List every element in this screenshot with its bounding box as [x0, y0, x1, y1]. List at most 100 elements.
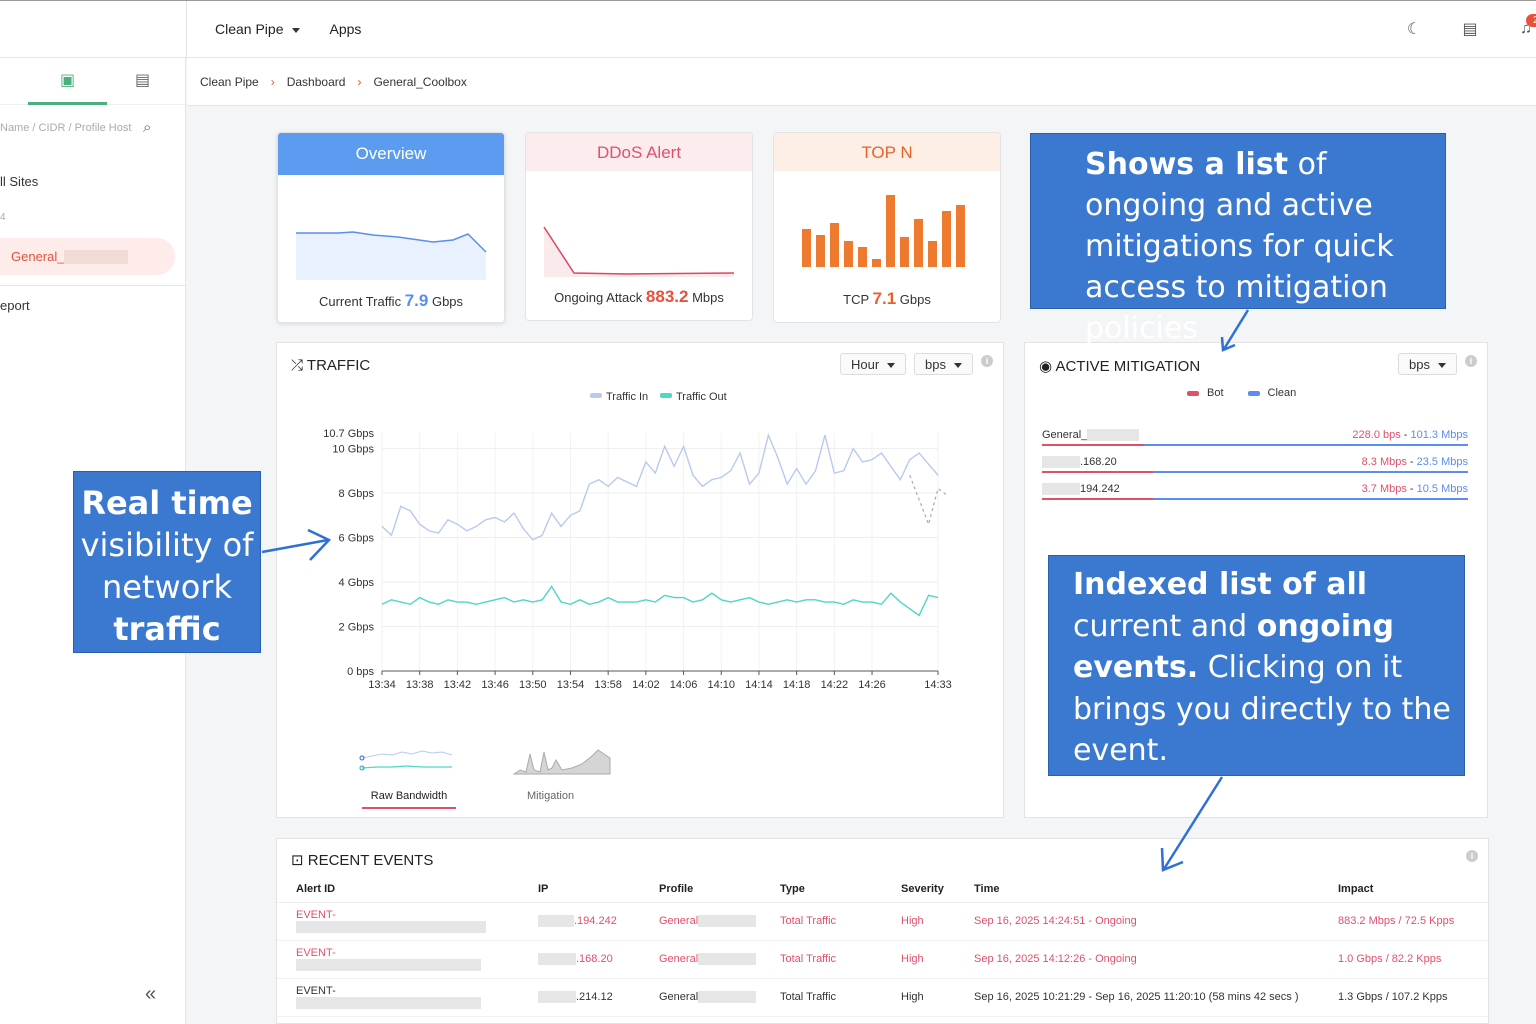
cell-type: Total Traffic [761, 940, 882, 979]
redacted-mask [1042, 483, 1080, 496]
top-bar: Clean Pipe Apps ☾ ▤ ♫ 2 [0, 0, 1536, 59]
site-search-input[interactable]: Name / CIDR / Profile Host [0, 122, 131, 134]
redacted-mask [64, 250, 128, 264]
event-profile: General [659, 914, 699, 927]
cell-severity: High [882, 978, 955, 1017]
topn-card-title: TOP N [774, 133, 1000, 171]
traffic-chart: 0 bps 2 Gbps 4 Gbps 6 Gbps 8 Gbps 10 Gbps 10.7… [323, 391, 952, 691]
cell-impact: 1.0 Gbps / 82.2 Kpps [1319, 940, 1488, 979]
cell-profile: General [640, 940, 761, 979]
range-dropdown[interactable]: Hour [840, 353, 907, 375]
x-tick-label: 14:02 [632, 679, 660, 691]
redacted-mask [296, 997, 481, 1010]
moon-icon[interactable]: ☾ [1404, 19, 1424, 39]
x-tick-label: 14:22 [821, 679, 849, 691]
chevron-down-icon [887, 363, 896, 369]
series-traffic-in [381, 433, 939, 541]
event-severity: High [901, 953, 924, 965]
shield-icon: ◉ [1039, 358, 1053, 375]
sidebar-item-general[interactable]: General_ [0, 238, 175, 275]
mitigation-row-name: General_ [1042, 429, 1088, 441]
mitigation-row-name: .168.20 [1080, 456, 1117, 468]
table-header-row: Alert ID IP Profile Type Severity Time I… [277, 876, 1488, 903]
ddos-label: Ongoing Attack [554, 290, 643, 305]
cell-ip: .168.20 [519, 940, 640, 979]
x-tick-label: 13:46 [481, 679, 509, 691]
info-icon[interactable]: i [981, 355, 993, 367]
nav-clean-pipe[interactable]: Clean Pipe [215, 21, 300, 37]
dashboard-tab-icon[interactable]: ▣ [28, 58, 107, 105]
table-row[interactable]: EVENT- .168.20 General Total Traffic High Sep… [277, 940, 1488, 979]
x-tick-label: 13:50 [519, 679, 547, 691]
overview-card-title: Overview [278, 133, 504, 175]
collapse-sidebar-icon[interactable]: « [145, 983, 156, 1006]
unit-value: bps [925, 357, 946, 372]
col-time[interactable]: Time [955, 876, 1319, 903]
chevron-down-icon [953, 363, 962, 369]
mitigation-clean-value: 101.3 Mbps [1410, 429, 1468, 441]
ddos-alert-card[interactable]: DDoS Alert Ongoing Attack 883.2 Mbps [525, 132, 753, 321]
sidebar-item-all-sites[interactable]: ll Sites [0, 174, 38, 189]
topbar-divider [186, 1, 187, 59]
callout-text: Real time [81, 484, 253, 522]
report-icon[interactable]: ▤ [1460, 19, 1480, 39]
x-tick-label: 13:42 [444, 679, 472, 691]
x-tick-label: 13:38 [406, 679, 434, 691]
event-time: Sep 16, 2025 14:12:26 - Ongoing [974, 953, 1137, 965]
info-icon[interactable]: i [1466, 850, 1478, 862]
col-severity[interactable]: Severity [882, 876, 955, 903]
raw-bandwidth-thumbnail[interactable] [357, 746, 457, 776]
mitigation-thumbnail[interactable] [512, 746, 612, 776]
col-impact[interactable]: Impact [1319, 876, 1488, 903]
col-type[interactable]: Type [761, 876, 882, 903]
callout-traffic: Real time visibility of network traffic [73, 471, 261, 653]
col-alert-id[interactable]: Alert ID [277, 876, 519, 903]
mitigation-legend: Bot Clean [1187, 387, 1296, 399]
nav-apps[interactable]: Apps [330, 21, 362, 37]
bell-icon[interactable]: ♫ 2 [1516, 14, 1536, 38]
mitigation-bot-bar [1042, 444, 1145, 446]
callout-text: traffic [113, 610, 221, 648]
callout-mitigation: Shows a list of ongoing and active mitig… [1030, 133, 1446, 346]
chart-icon: ⊡ [291, 852, 304, 869]
topn-bar [942, 211, 951, 267]
breadcrumb-dashboard[interactable]: Dashboard [287, 75, 346, 105]
overview-unit: Gbps [431, 294, 464, 309]
table-row[interactable]: EVENT- .214.12 General Total Traffic High Sep… [277, 978, 1488, 1017]
event-type: Total Traffic [780, 991, 837, 1003]
mitigation-bot-value: 228.0 bps [1352, 429, 1401, 441]
event-impact: 883.2 Mbps / 72.5 Kpps [1338, 915, 1455, 927]
redacted-mask [296, 921, 486, 934]
table-row[interactable]: EVENT- .194.242 General Total Traffic High Se… [277, 902, 1488, 941]
mitigation-unit-dropdown[interactable]: bps [1398, 353, 1457, 375]
redacted-mask [538, 915, 574, 928]
top-n-card[interactable]: TOP N TCP 7.1 Gbps [773, 132, 1001, 323]
col-ip[interactable]: IP [519, 876, 640, 903]
ddos-value: 883.2 [645, 287, 689, 306]
y-tick-label: 4 Gbps [339, 577, 375, 589]
callout-text: current and [1073, 608, 1257, 644]
tab-raw-bandwidth[interactable]: Raw Bandwidth [362, 790, 456, 809]
chevron-right-icon: › [357, 75, 362, 89]
sidebar-item-report[interactable]: eport [0, 298, 30, 313]
topn-value: 7.1 [872, 289, 897, 308]
info-icon[interactable]: i [1465, 355, 1477, 367]
chevron-down-icon [291, 27, 300, 33]
unit-dropdown[interactable]: bps [914, 353, 973, 375]
cell-profile: General [640, 902, 761, 941]
mitigation-bot-value: 3.7 Mbps [1361, 483, 1407, 495]
recent-events-title: ⊡ RECENT EVENTS [291, 851, 433, 869]
search-icon[interactable]: ⌕ [143, 119, 151, 136]
traffic-title: ⤮ TRAFFIC [291, 357, 370, 374]
topn-bar [844, 241, 853, 267]
x-tick-label: 14:14 [745, 679, 773, 691]
tab-mitigation[interactable]: Mitigation [527, 790, 574, 802]
overview-card-footer: Current Traffic 7.9 Gbps [278, 291, 504, 311]
report-tab-icon[interactable]: ▤ [135, 70, 150, 90]
breadcrumb-clean-pipe[interactable]: Clean Pipe [200, 75, 259, 105]
col-profile[interactable]: Profile [640, 876, 761, 903]
chevron-right-icon: › [270, 75, 275, 89]
event-time: Sep 16, 2025 10:21:29 - Sep 16, 2025 11:… [974, 991, 1299, 1003]
redacted-mask [698, 953, 757, 966]
overview-card[interactable]: Overview Current Traffic 7.9 Gbps [277, 132, 505, 323]
